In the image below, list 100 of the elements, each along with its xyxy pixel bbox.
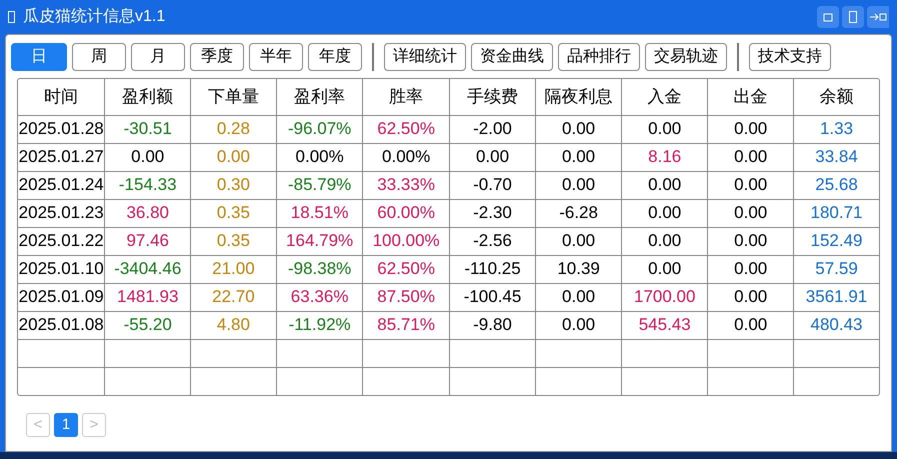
table-cell: 0.00 [708,255,794,283]
column-header: 余额 [794,79,879,115]
table-cell: 0.00 [622,255,708,283]
table-cell: 60.00% [362,199,450,227]
table-cell: 62.50% [362,255,450,283]
page-button[interactable]: 1 [54,413,78,437]
table-cell: -98.38% [276,255,363,283]
period-tab[interactable]: 半年 [249,42,303,70]
table-cell: 2025.01.09 [18,283,105,311]
table-cell: -100.45 [449,283,536,311]
table-cell: 100.00% [362,227,450,255]
table-cell: 2025.01.23 [18,199,105,227]
table-cell: 0.00 [708,283,794,311]
table-cell: 4.80 [190,311,276,339]
table-cell: 25.68 [794,171,879,199]
window-title: 瓜皮猫统计信息v1.1 [23,6,166,27]
app-icon [8,11,15,23]
table-cell: 62.50% [362,115,450,143]
column-header: 隔夜利息 [536,79,622,115]
table-cell: 2025.01.08 [18,311,105,339]
table-cell: 0.00 [536,171,622,199]
table-cell: 97.46 [104,227,190,255]
exit-icon [869,12,887,22]
table-cell: -2.00 [449,115,536,143]
table-cell: 85.71% [362,311,450,339]
table-cell: 63.36% [276,283,363,311]
table-cell: 18.51% [276,199,363,227]
table-cell: 87.50% [362,283,450,311]
table-cell: 0.35 [190,199,276,227]
table-cell: 0.00% [276,143,363,171]
table-cell: 0.00 [708,199,794,227]
table-cell: 57.59 [794,255,879,283]
table-cell: 8.16 [622,143,708,171]
square-icon [823,12,833,22]
table-cell: 2025.01.28 [18,115,105,143]
table-cell: 2025.01.24 [18,171,105,199]
view-button[interactable]: 品种排行 [558,42,640,70]
table-cell: 1.33 [794,115,879,143]
table-cell: 21.00 [190,255,276,283]
table-cell: -3404.46 [104,255,190,283]
table-cell: 152.49 [794,227,879,255]
period-tab[interactable]: 周 [72,42,126,70]
table-cell: 1700.00 [622,283,708,311]
column-header: 手续费 [449,79,536,115]
period-tab[interactable]: 季度 [190,42,244,70]
table-cell: 2025.01.27 [18,143,105,171]
table-cell: 33.33% [362,171,450,199]
table-cell: 3561.91 [794,283,879,311]
table-cell: 22.70 [190,283,276,311]
table-cell: -2.56 [449,227,536,255]
table-cell: -6.28 [536,199,622,227]
table-cell: 10.39 [536,255,622,283]
table-cell: 1481.93 [104,283,190,311]
table-cell: -96.07% [276,115,363,143]
table-cell: 0.00 [536,143,622,171]
view-button[interactable]: 资金曲线 [471,42,553,70]
column-header: 盈利率 [276,79,363,115]
table-cell: 0.28 [190,115,276,143]
table-cell: 0.00 [708,143,794,171]
period-tab[interactable]: 日 [11,42,67,70]
support-button[interactable]: 技术支持 [749,42,831,70]
rectangle-icon [848,10,858,24]
table-cell: -30.51 [104,115,190,143]
table-cell: 164.79% [276,227,363,255]
table-cell: -11.92% [276,311,363,339]
table-cell: 0.00 [536,227,622,255]
column-header: 出金 [708,79,794,115]
table-cell: 0.00% [362,143,450,171]
table-cell: -9.80 [449,311,536,339]
table-cell: 480.43 [794,311,879,339]
period-tab[interactable]: 月 [131,42,185,70]
period-tab[interactable]: 年度 [308,42,362,70]
view-button[interactable]: 详细统计 [384,42,466,70]
table-cell: 0.00 [449,143,536,171]
table-cell: 0.00 [190,143,276,171]
table-cell: 0.00 [104,143,190,171]
column-header: 下单量 [190,79,276,115]
table-cell: 0.00 [536,311,622,339]
table-cell: -110.25 [449,255,536,283]
table-cell: 0.00 [622,199,708,227]
table-cell: 0.00 [708,171,794,199]
table-cell: 0.00 [536,283,622,311]
table-cell: 2025.01.10 [18,255,105,283]
minimize-button[interactable] [817,6,839,28]
view-button[interactable]: 交易轨迹 [645,42,727,70]
table-cell: 0.00 [536,115,622,143]
table-cell: 33.84 [794,143,879,171]
table-cell: 0.35 [190,227,276,255]
table-cell: 0.00 [622,115,708,143]
maximize-button[interactable] [842,6,864,28]
table-cell: 0.00 [708,311,794,339]
column-header: 入金 [622,79,708,115]
column-header: 胜率 [362,79,450,115]
table-cell: 545.43 [622,311,708,339]
table-cell: 180.71 [794,199,879,227]
table-cell: 36.80 [104,199,190,227]
exit-button[interactable] [867,6,889,28]
table-cell: 2025.01.22 [18,227,105,255]
table-cell: 0.00 [622,227,708,255]
table-cell: 0.30 [190,171,276,199]
